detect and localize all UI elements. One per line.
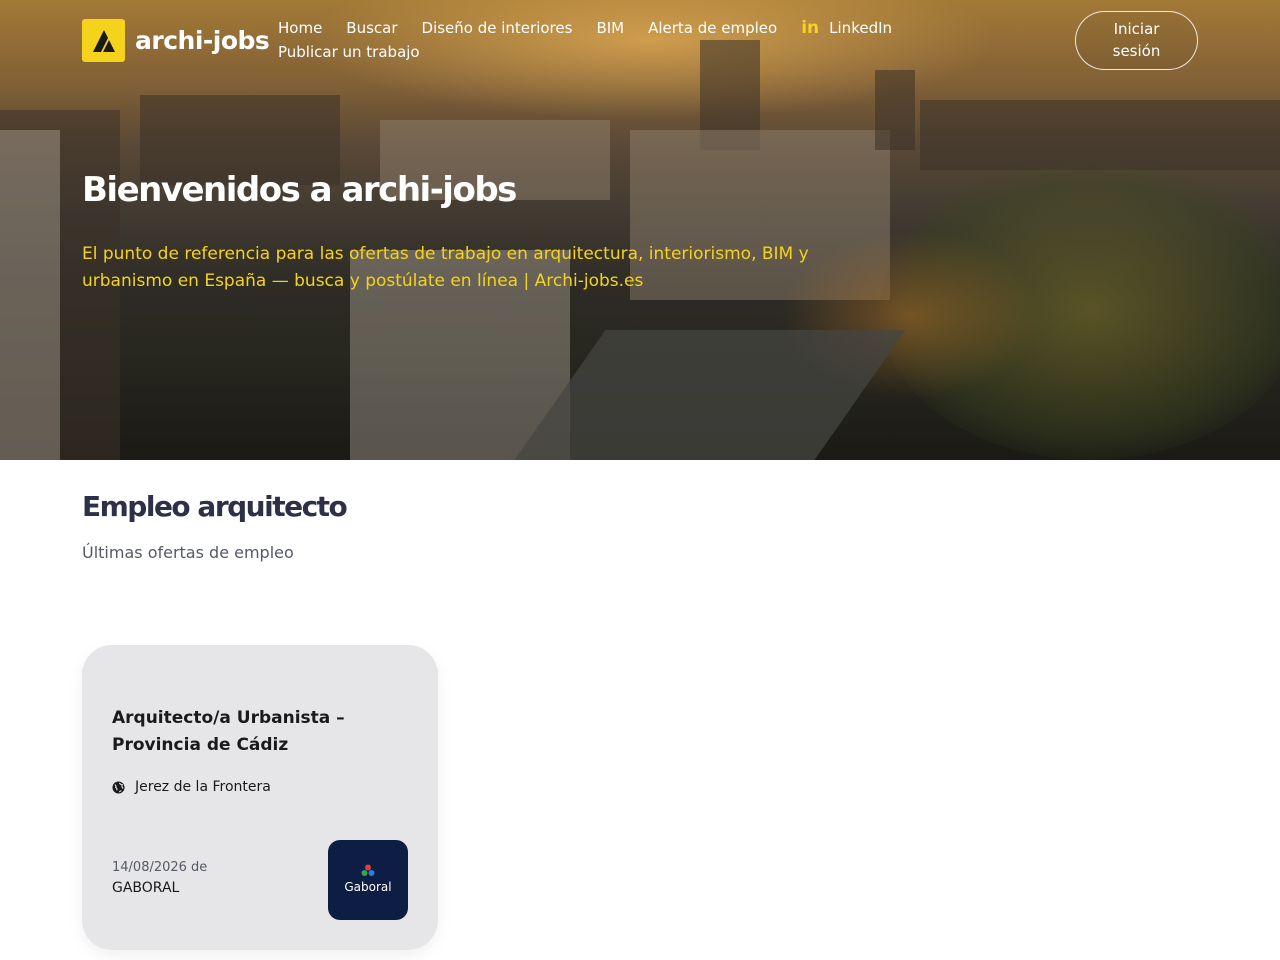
main-nav: Home Buscar Diseño de interiores BIM Ale… [278,16,938,64]
login-button-line1: Iniciar [1113,20,1160,38]
job-location: Jerez de la Frontera [112,779,271,795]
section-title: Empleo arquitecto [82,490,348,523]
hero-building [875,70,915,150]
logo-mark-icon [82,19,125,62]
job-title[interactable]: Arquitecto/a Urbanista – Provincia de Cá… [112,705,402,759]
nav-linkedin-label: LinkedIn [829,19,893,37]
company-logo-text: Gaboral [344,880,392,894]
section-subtitle: Últimas ofertas de empleo [82,543,294,562]
hero-road [514,330,906,460]
job-date: 14/08/2026 de [112,860,208,875]
job-card[interactable]: Arquitecto/a Urbanista – Provincia de Cá… [82,645,438,950]
linkedin-icon: in [801,18,820,38]
nav-diseno-interiores[interactable]: Diseño de interiores [422,19,573,37]
nav-linkedin[interactable]: in LinkedIn [801,18,892,38]
hero-subtitle: El punto de referencia para las ofertas … [82,244,809,291]
company-logo-mark-icon [361,864,375,876]
brand-logo[interactable]: archi-jobs [82,19,270,62]
nav-alerta-empleo[interactable]: Alerta de empleo [648,19,777,37]
nav-buscar[interactable]: Buscar [346,19,397,37]
hero-title: Bienvenidos a archi-jobs [82,170,517,210]
job-location-text: Jerez de la Frontera [135,779,271,795]
login-button[interactable]: Iniciar sesión [1075,11,1198,70]
job-company: GABORAL [112,880,180,896]
company-logo[interactable]: Gaboral [328,840,408,920]
nav-bim[interactable]: BIM [596,19,624,37]
login-button-line2: sesión [1112,42,1161,60]
brand-name: archi-jobs [135,26,270,55]
globe-icon [112,780,125,794]
nav-publicar-trabajo[interactable]: Publicar un trabajo [278,43,420,61]
nav-home[interactable]: Home [278,19,322,37]
hero-banner: archi-jobs Home Buscar Diseño de interio… [0,0,1280,460]
hero-building [0,130,60,460]
